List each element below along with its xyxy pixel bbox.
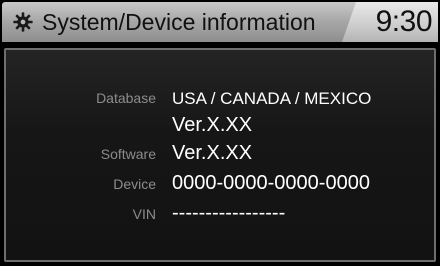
vin-row: VIN ----------------- (6, 200, 434, 230)
database-region: USA / CANADA / MEXICO (172, 89, 372, 108)
software-label: Software (100, 146, 156, 162)
title-bar: System/Device information 9:30 (2, 2, 438, 42)
device-id: 0000-0000-0000-0000 (172, 172, 370, 194)
database-version: Ver.X.XX (172, 114, 253, 136)
database-row: Database USA / CANADA / MEXICO (6, 84, 434, 114)
vin-value: ----------------- (172, 202, 286, 224)
device-row: Device 0000-0000-0000-0000 (6, 170, 434, 200)
device-label: Device (113, 176, 156, 192)
database-label: Database (96, 90, 156, 106)
info-panel: Database USA / CANADA / MEXICO Ver.X.XX … (4, 48, 436, 262)
vin-label: VIN (132, 206, 156, 222)
clock-tab: 9:30 (342, 2, 438, 42)
page-title: System/Device information (42, 9, 316, 35)
navigation-screen: System/Device information 9:30 Database … (0, 0, 440, 266)
software-row: Software Ver.X.XX (6, 140, 434, 170)
clock: 9:30 (375, 5, 433, 38)
gear-icon (13, 12, 33, 32)
software-version: Ver.X.XX (172, 142, 253, 164)
database-version-row: Ver.X.XX (6, 112, 434, 142)
